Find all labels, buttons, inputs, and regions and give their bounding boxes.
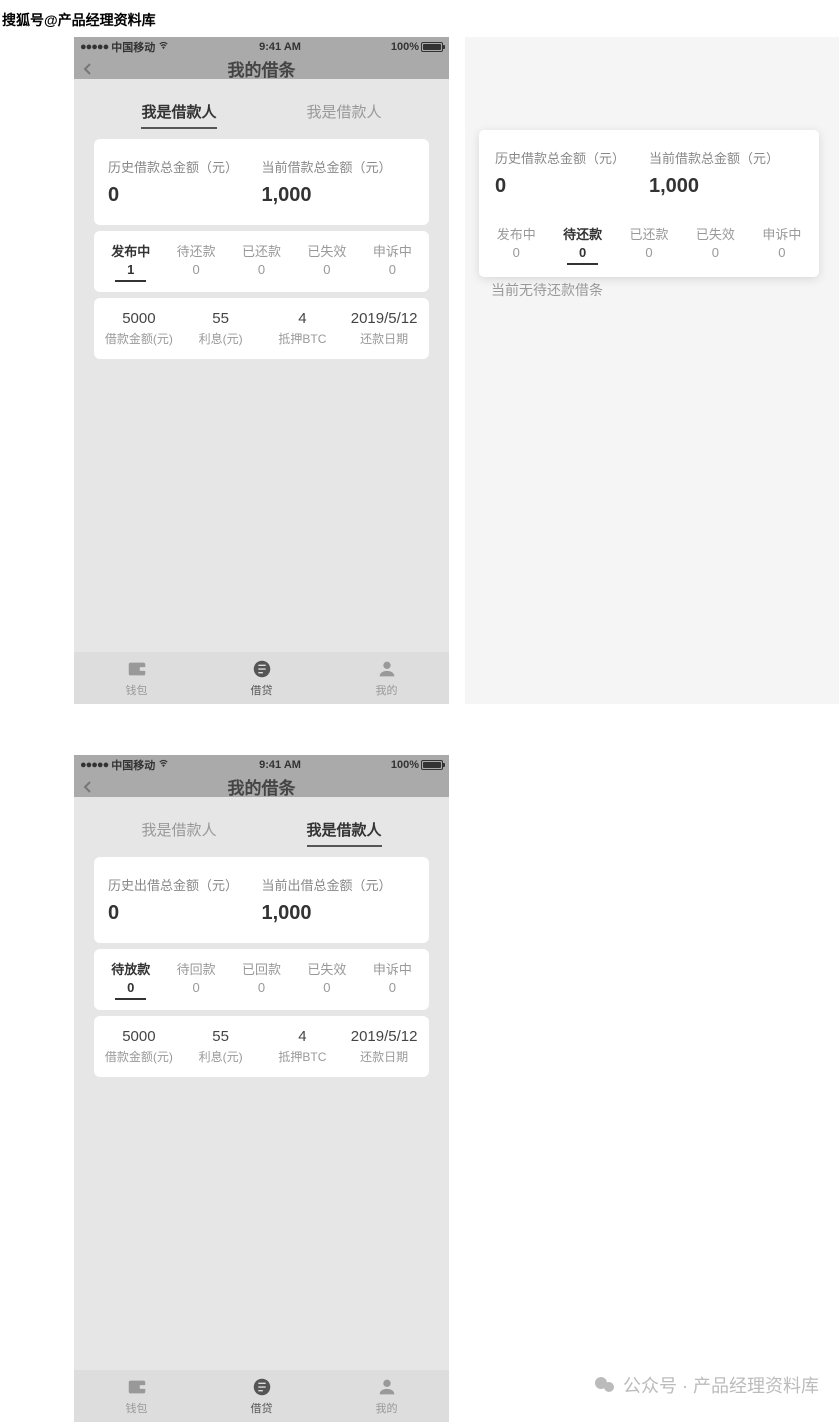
curr-amount-value: 1,000 [262, 902, 416, 925]
loan-date: 2019/5/12 [343, 1028, 425, 1045]
loan-amount: 5000 [98, 1028, 180, 1045]
hist-amount-label: 历史借款总金额（元） [495, 148, 649, 167]
curr-amount-label: 当前借款总金额（元） [649, 148, 803, 167]
watermark-top: 搜狐号@产品经理资料库 [2, 10, 156, 30]
empty-message: 当前无待还款借条 [491, 280, 603, 300]
curr-amount-label: 当前借款总金额（元） [262, 157, 416, 176]
status-time: 9:41 AM [169, 41, 391, 53]
page-title: 我的借条 [74, 774, 449, 799]
curr-amount-value: 1,000 [262, 184, 416, 207]
tab-borrower[interactable]: 我是借款人 [141, 819, 216, 847]
loan-collateral: 4 [262, 310, 344, 327]
tabbar-mine[interactable]: 我的 [324, 1370, 449, 1422]
loan-icon [251, 658, 273, 680]
hist-amount-value: 0 [108, 902, 262, 925]
hist-amount-value: 0 [108, 184, 262, 207]
wifi-icon [158, 40, 169, 54]
loan-amount: 5000 [98, 310, 180, 327]
loan-interest: 55 [180, 1028, 262, 1045]
nav-bar: 我的借条 [74, 775, 449, 797]
loan-collateral: 4 [262, 1028, 344, 1045]
tab-bar: 钱包 借贷 我的 [74, 652, 449, 704]
amount-card: 历史出借总金额（元） 0 当前出借总金额（元） 1,000 [94, 857, 429, 943]
stat-appeal[interactable]: 申诉中0 [749, 224, 815, 265]
wifi-icon [158, 758, 169, 772]
screen-3: ●●●●●中国移动 9:41 AM 100% 我的借条 我是借款人 我是借款人 … [74, 755, 449, 1422]
signal-icon: ●●●●● [80, 759, 108, 771]
stat-to-collect[interactable]: 待回款0 [163, 959, 228, 1000]
curr-amount-value: 1,000 [649, 175, 803, 198]
stat-publishing[interactable]: 发布中0 [483, 224, 549, 265]
stat-appeal[interactable]: 申诉中0 [360, 959, 425, 1000]
stat-expired[interactable]: 已失效0 [294, 959, 359, 1000]
tabbar-mine[interactable]: 我的 [324, 652, 449, 704]
nav-bar: 我的借条 [74, 57, 449, 79]
user-icon [376, 658, 398, 680]
status-filter-row: 发布中1 待还款0 已还款0 已失效0 申诉中0 [94, 231, 429, 292]
tab-lender[interactable]: 我是借款人 [307, 101, 382, 129]
hist-amount-label: 历史出借总金额（元） [108, 875, 262, 894]
screen-2-card: 历史借款总金额（元） 0 当前借款总金额（元） 1,000 发布中0 待还款0 … [479, 130, 819, 277]
user-icon [376, 1376, 398, 1398]
page-title: 我的借条 [74, 56, 449, 81]
status-bar: ●●●●●中国移动 9:41 AM 100% [74, 755, 449, 775]
stat-repaid[interactable]: 已还款0 [229, 241, 294, 282]
back-button[interactable] [82, 62, 94, 74]
wallet-icon [126, 658, 148, 680]
curr-amount-label: 当前出借总金额（元） [262, 875, 416, 894]
stat-to-release[interactable]: 待放款0 [98, 959, 163, 1000]
tab-lender[interactable]: 我是借款人 [307, 819, 382, 847]
tabbar-loan[interactable]: 借贷 [199, 1370, 324, 1422]
loan-date: 2019/5/12 [343, 310, 425, 327]
wechat-icon [593, 1373, 617, 1397]
hist-amount-value: 0 [495, 175, 649, 198]
status-time: 9:41 AM [169, 759, 391, 771]
watermark-bottom: 公众号 · 产品经理资料库 [593, 1372, 819, 1398]
signal-icon: ●●●●● [80, 41, 108, 53]
screen-1: ●●●●●中国移动 9:41 AM 100% 我的借条 我是借款人 我是借款人 … [74, 37, 449, 704]
stat-appeal[interactable]: 申诉中0 [360, 241, 425, 282]
battery-icon [421, 42, 443, 52]
loan-item[interactable]: 5000借款金额(元) 55利息(元) 4抵押BTC 2019/5/12还款日期 [94, 298, 429, 359]
battery-icon [421, 760, 443, 770]
stat-collected[interactable]: 已回款0 [229, 959, 294, 1000]
stat-publishing[interactable]: 发布中1 [98, 241, 163, 282]
stat-expired[interactable]: 已失效0 [294, 241, 359, 282]
loan-interest: 55 [180, 310, 262, 327]
stat-pending[interactable]: 待还款0 [549, 224, 615, 265]
tabbar-wallet[interactable]: 钱包 [74, 652, 199, 704]
tab-borrower[interactable]: 我是借款人 [141, 101, 216, 129]
tabbar-loan[interactable]: 借贷 [199, 652, 324, 704]
stat-expired[interactable]: 已失效0 [682, 224, 748, 265]
tabbar-wallet[interactable]: 钱包 [74, 1370, 199, 1422]
stat-repaid[interactable]: 已还款0 [616, 224, 682, 265]
back-button[interactable] [82, 780, 94, 792]
hist-amount-label: 历史借款总金额（元） [108, 157, 262, 176]
stat-pending[interactable]: 待还款0 [163, 241, 228, 282]
status-filter-row: 待放款0 待回款0 已回款0 已失效0 申诉中0 [94, 949, 429, 1010]
loan-icon [251, 1376, 273, 1398]
wallet-icon [126, 1376, 148, 1398]
status-bar: ●●●●●中国移动 9:41 AM 100% [74, 37, 449, 57]
amount-card: 历史借款总金额（元） 0 当前借款总金额（元） 1,000 [94, 139, 429, 225]
tab-bar: 钱包 借贷 我的 [74, 1370, 449, 1422]
loan-item[interactable]: 5000借款金额(元) 55利息(元) 4抵押BTC 2019/5/12还款日期 [94, 1016, 429, 1077]
